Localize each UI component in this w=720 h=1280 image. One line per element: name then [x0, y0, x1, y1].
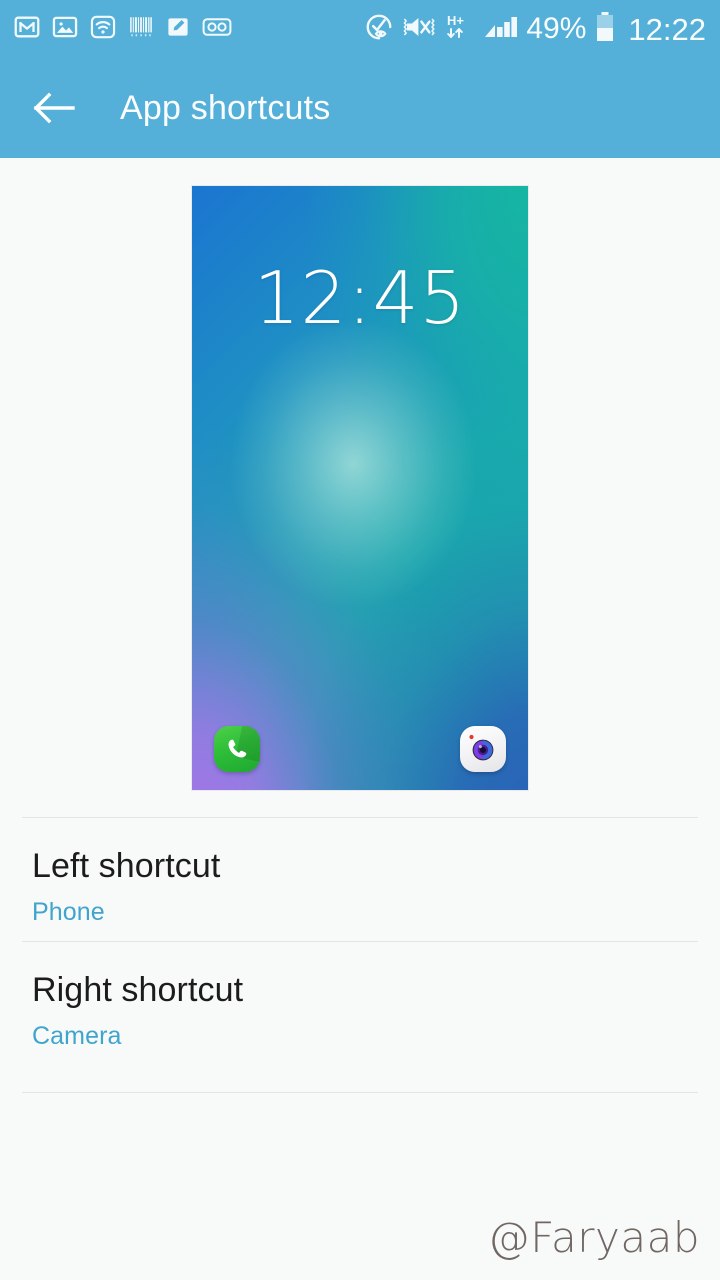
status-bar: H+ 49% 12:22	[0, 0, 720, 58]
battery-icon	[595, 11, 615, 48]
phone-icon	[214, 726, 260, 772]
edit-note-icon	[166, 15, 190, 44]
list-item-right-shortcut[interactable]: Right shortcut Camera	[0, 941, 720, 1092]
status-bar-system-icons: H+ 49% 12:22	[364, 11, 706, 48]
lockscreen-preview-wallpaper: 12:45	[192, 186, 528, 790]
watermark: @Faryaab	[488, 1213, 700, 1262]
preview-clock: 12:45	[192, 256, 528, 340]
lockscreen-preview: 12:45	[192, 186, 528, 790]
app-bar: App shortcuts	[0, 58, 720, 158]
status-bar-notification-icons	[14, 14, 232, 45]
page-title: App shortcuts	[120, 89, 331, 128]
back-arrow-icon	[31, 90, 77, 126]
list-item-value: Camera	[32, 1010, 688, 1051]
back-button[interactable]	[28, 82, 80, 134]
voicemail-icon	[202, 15, 232, 44]
svg-text:H+: H+	[447, 13, 464, 28]
list-item-left-shortcut[interactable]: Left shortcut Phone	[0, 817, 720, 941]
gmail-icon	[14, 14, 40, 45]
smart-stay-eye-icon	[364, 12, 394, 47]
signal-bars-icon	[483, 13, 517, 46]
app-shortcuts-screen: H+ 49% 12:22 App shortcuts 12:45 Left sh…	[0, 0, 720, 1280]
status-bar-clock: 12:22	[628, 14, 706, 45]
content-area: 12:45 Left shortcut Phone Right shortcut…	[0, 158, 720, 1280]
preview-right-shortcut-icon[interactable]	[460, 726, 506, 772]
list-item-title: Left shortcut	[32, 817, 688, 886]
divider	[22, 1092, 698, 1093]
barcode-icon	[128, 14, 154, 45]
mute-vibrate-icon	[403, 13, 435, 46]
gallery-image-icon	[52, 14, 78, 45]
camera-icon	[460, 726, 506, 772]
preview-left-shortcut-icon[interactable]	[214, 726, 260, 772]
list-item-value: Phone	[32, 886, 688, 927]
list-item-title: Right shortcut	[32, 941, 688, 1010]
wifi-icon	[90, 14, 116, 45]
battery-percent-label: 49%	[526, 14, 586, 44]
hsplus-network-icon: H+	[444, 12, 474, 47]
